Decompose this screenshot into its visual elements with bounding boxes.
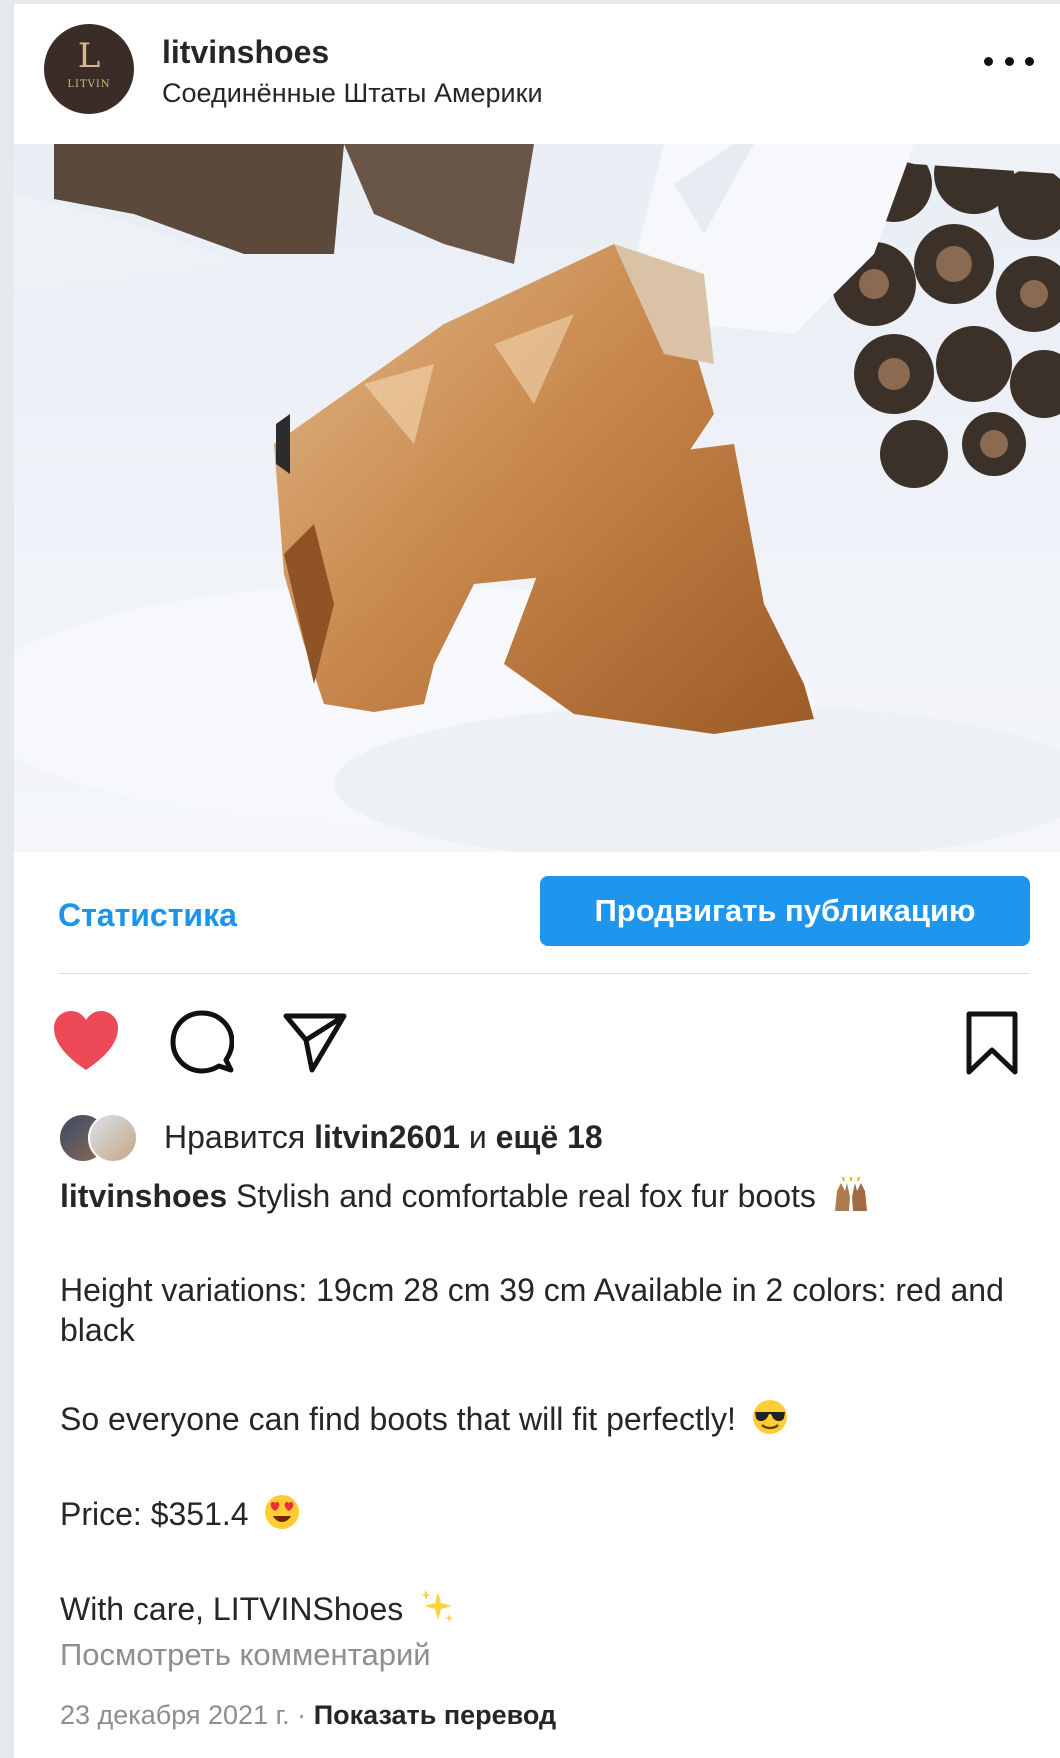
- post-card: L LITVIN litvinshoes Соединённые Штаты А…: [14, 4, 1060, 1758]
- post-date: 23 декабря 2021 г.: [60, 1700, 290, 1730]
- fox-fur-boots-photo: [14, 144, 1060, 852]
- more-icon[interactable]: [984, 48, 1034, 74]
- post-location[interactable]: Соединённые Штаты Америки: [162, 78, 543, 109]
- caption-line: With care, LITVINShoes: [60, 1591, 404, 1627]
- heart-icon[interactable]: [52, 1010, 120, 1077]
- avatar-brand: LITVIN: [67, 79, 111, 90]
- caption-line: Height variations: 19cm 28 cm 39 cm Avai…: [60, 1272, 1004, 1348]
- likes-others[interactable]: ещё 18: [496, 1119, 603, 1155]
- comment-icon[interactable]: [170, 1010, 235, 1079]
- heart-eyes-emoji-icon: [263, 1493, 301, 1540]
- post-image[interactable]: [14, 144, 1060, 852]
- sparkles-icon: [418, 1588, 456, 1635]
- sunglasses-emoji-icon: [751, 1398, 789, 1445]
- promote-post-button[interactable]: Продвигать публикацию: [540, 876, 1030, 946]
- view-comments-link[interactable]: Посмотреть комментарий: [60, 1637, 431, 1673]
- avatar[interactable]: L LITVIN: [44, 24, 134, 114]
- divider: [58, 973, 1030, 974]
- meta-separator: ·: [297, 1700, 307, 1730]
- statistics-link[interactable]: Статистика: [58, 897, 237, 934]
- likes-prefix: Нравится: [164, 1119, 306, 1155]
- bookmark-icon[interactable]: [964, 1010, 1020, 1081]
- likes-and: и: [468, 1119, 487, 1155]
- show-translation-link[interactable]: Показать перевод: [314, 1700, 557, 1730]
- caption-author[interactable]: litvinshoes: [60, 1178, 227, 1214]
- caption-line: Stylish and comfortable real fox fur boo…: [236, 1178, 816, 1214]
- post-meta: 23 декабря 2021 г. · Показать перевод: [60, 1700, 556, 1731]
- avatar: [88, 1113, 138, 1163]
- avatar-monogram: L: [77, 36, 101, 76]
- post-username[interactable]: litvinshoes: [162, 34, 329, 71]
- likers-avatars[interactable]: [58, 1113, 150, 1163]
- send-icon[interactable]: [282, 1010, 348, 1079]
- caption-line: Price: $351.4: [60, 1496, 249, 1532]
- liker-username[interactable]: litvin2601: [314, 1119, 460, 1155]
- post-caption: litvinshoes Stylish and comfortable real…: [60, 1176, 1020, 1635]
- raised-hands-icon: [831, 1176, 871, 1222]
- caption-line: So everyone can find boots that will fit…: [60, 1401, 736, 1437]
- likes-summary[interactable]: Нравится litvin2601 и ещё 18: [164, 1119, 603, 1156]
